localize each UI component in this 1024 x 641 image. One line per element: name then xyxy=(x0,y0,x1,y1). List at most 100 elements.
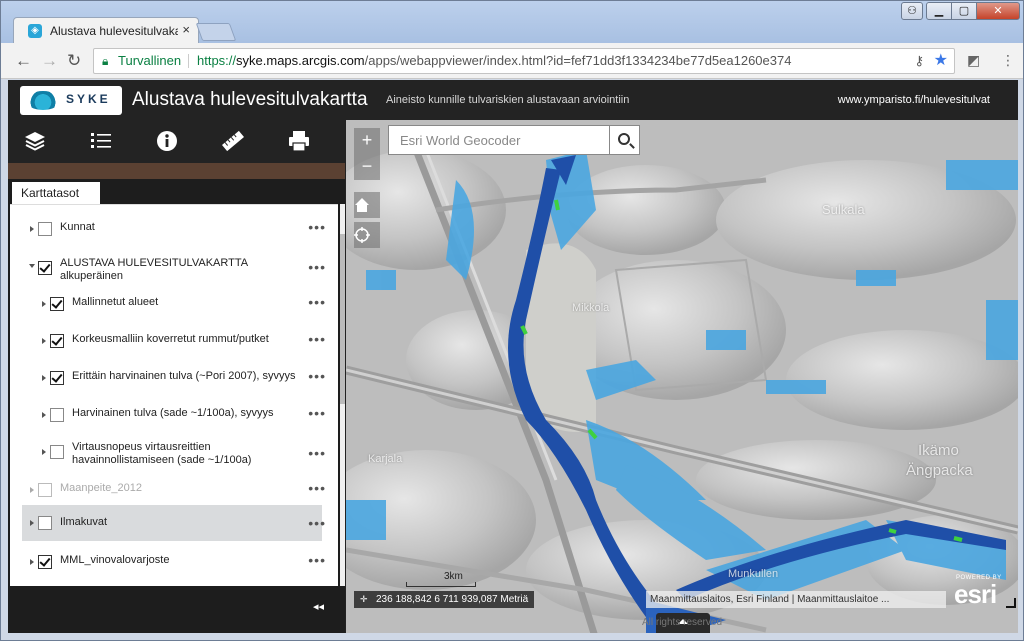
esri-wordmark: esri xyxy=(954,579,997,609)
header-link[interactable]: www.ymparisto.fi/hulevesitulvat xyxy=(838,94,990,106)
extension-icon[interactable]: ◩ xyxy=(967,52,980,69)
collapse-panel-button[interactable]: ◂◂ xyxy=(313,600,324,613)
layer-label: Korkeusmalliin koverretut rummut/putket xyxy=(72,333,269,345)
layer-checkbox[interactable] xyxy=(38,483,52,497)
layer-row-maanpeite[interactable]: Maanpeite_2012 ••• xyxy=(10,478,330,504)
zoom-in-button[interactable]: + xyxy=(354,128,380,154)
layer-label: ALUSTAVA HULEVESITULVAKARTTA alkuperäine… xyxy=(60,257,248,282)
layer-options-icon[interactable]: ••• xyxy=(308,369,326,383)
layer-options-icon[interactable]: ••• xyxy=(308,406,326,420)
syke-wave-icon xyxy=(26,91,60,110)
collapse-arrow-icon[interactable] xyxy=(29,264,35,268)
layer-label: Virtausnopeus virtausreittien havainnoll… xyxy=(72,441,252,466)
layer-row-vinovalovarjoste[interactable]: MML_vinovalovarjoste ••• xyxy=(10,550,330,576)
maximize-button[interactable]: ▢ xyxy=(951,2,977,20)
esri-logo[interactable]: POWERED BY esri xyxy=(954,575,1006,611)
reload-icon[interactable]: ↻ xyxy=(67,51,81,71)
home-button[interactable] xyxy=(354,192,380,218)
info-icon[interactable] xyxy=(154,130,180,154)
tab-layer-list[interactable]: Karttatasot xyxy=(12,182,100,204)
search-input[interactable] xyxy=(389,126,609,154)
back-arrow-icon[interactable]: ← xyxy=(15,51,32,71)
search-icon xyxy=(618,133,630,145)
layer-checkbox[interactable] xyxy=(50,408,64,422)
side-panel: Karttatasot Kunnat ••• ALUSTAVA HULEVESI… xyxy=(8,120,345,633)
layer-row-ilmakuvat[interactable]: Ilmakuvat ••• xyxy=(22,505,325,541)
url-scheme: https:// xyxy=(197,53,237,68)
layer-row-mallinnetut[interactable]: Mallinnetut alueet ••• xyxy=(10,292,330,318)
locate-crosshair-icon xyxy=(354,227,370,243)
layer-checkbox[interactable] xyxy=(38,516,52,530)
layer-options-icon[interactable]: ••• xyxy=(308,332,326,346)
layer-checkbox[interactable] xyxy=(50,445,64,459)
layer-row-erittain-harvinainen[interactable]: Erittäin harvinainen tulva (~Pori 2007),… xyxy=(10,366,330,392)
layer-checkbox[interactable] xyxy=(38,555,52,569)
layer-options-icon[interactable]: ••• xyxy=(308,295,326,309)
layer-options-icon[interactable]: ••• xyxy=(308,220,326,234)
map-canvas xyxy=(346,120,1018,633)
layer-options-icon[interactable]: ••• xyxy=(308,553,326,567)
layer-checkbox[interactable] xyxy=(38,261,52,275)
scale-label: 3km xyxy=(444,571,463,582)
url-path: /apps/webappviewer/index.html?id=fef71dd… xyxy=(364,53,792,68)
layers-icon[interactable] xyxy=(22,130,48,154)
resize-corner-icon[interactable] xyxy=(1006,598,1016,608)
panel-toolbar xyxy=(8,120,345,163)
panel-strip xyxy=(8,163,345,179)
scrollbar-thumb[interactable] xyxy=(340,234,345,404)
layer-list-scrollbar[interactable] xyxy=(340,204,345,586)
address-bar[interactable]: 🔒︎ Turvallinen https://syke.maps.arcgis.… xyxy=(93,48,955,74)
expand-arrow-icon[interactable] xyxy=(42,338,46,344)
layer-row-kunnat[interactable]: Kunnat ••• xyxy=(10,217,330,243)
browser-tab[interactable]: ◈ Alustava hulevesitulvakar × xyxy=(13,17,199,43)
tab-close-icon[interactable]: × xyxy=(182,22,190,37)
zoom-out-button[interactable]: − xyxy=(354,154,380,180)
layer-options-icon[interactable]: ••• xyxy=(308,260,326,274)
expand-arrow-icon[interactable] xyxy=(42,301,46,307)
coordinate-readout[interactable]: ✛ 236 188,842 6 711 939,087 Metriä xyxy=(354,591,535,608)
expand-arrow-icon[interactable] xyxy=(42,375,46,381)
layer-row-harvinainen[interactable]: Harvinainen tulva (sade ~1/100a), syvyys… xyxy=(10,403,330,429)
user-profile-button[interactable]: ⚇ xyxy=(901,2,923,20)
syke-logo[interactable]: SYKE xyxy=(20,86,122,115)
home-icon xyxy=(355,198,369,212)
layer-row-hulevesitulvakartta[interactable]: ALUSTAVA HULEVESITULVAKARTTA alkuperäine… xyxy=(10,253,330,283)
new-tab-button[interactable] xyxy=(195,23,237,41)
expand-arrow-icon[interactable] xyxy=(30,487,34,493)
locate-button[interactable] xyxy=(354,222,380,248)
search-button[interactable] xyxy=(610,125,640,155)
url-host: syke.maps.arcgis.com xyxy=(236,53,365,68)
layer-checkbox[interactable] xyxy=(50,371,64,385)
legend-list-icon[interactable] xyxy=(88,130,114,154)
expand-arrow-icon[interactable] xyxy=(30,520,34,526)
layer-options-icon[interactable]: ••• xyxy=(308,516,326,530)
close-window-button[interactable]: ✕ xyxy=(976,2,1020,20)
map-label-angpacka: Ängpacka xyxy=(906,462,973,479)
print-icon[interactable] xyxy=(286,130,312,154)
map-label-ikamo: Ikämo xyxy=(918,442,959,459)
minimize-button[interactable]: ▁ xyxy=(926,2,952,20)
key-icon[interactable]: ⚷ xyxy=(914,49,924,73)
layer-row-rummut[interactable]: Korkeusmalliin koverretut rummut/putket … xyxy=(10,329,330,355)
map-view[interactable]: Sulkala Mikkola Karjala Ikämo Ängpacka M… xyxy=(346,120,1018,633)
expand-arrow-icon[interactable] xyxy=(42,412,46,418)
layer-checkbox[interactable] xyxy=(50,334,64,348)
expand-arrow-icon[interactable] xyxy=(30,226,34,232)
measure-ruler-icon[interactable] xyxy=(220,130,246,154)
bookmark-star-icon[interactable]: ★ xyxy=(934,49,948,73)
layer-options-icon[interactable]: ••• xyxy=(308,481,326,495)
layer-row-virtausnopeus[interactable]: Virtausnopeus virtausreittien havainnoll… xyxy=(10,437,330,469)
menu-kebab-icon[interactable]: ⋮ xyxy=(1001,52,1015,69)
layer-label: Mallinnetut alueet xyxy=(72,296,159,308)
expand-arrow-icon[interactable] xyxy=(42,449,46,455)
forward-arrow-icon[interactable]: → xyxy=(41,51,58,71)
layer-options-icon[interactable]: ••• xyxy=(308,446,326,460)
layer-label: Harvinainen tulva (sade ~1/100a), syvyys xyxy=(72,407,274,419)
layer-label: Ilmakuvat xyxy=(60,516,108,528)
layer-checkbox[interactable] xyxy=(38,222,52,236)
layer-checkbox[interactable] xyxy=(50,297,64,311)
url-text[interactable]: https://syke.maps.arcgis.com/apps/webapp… xyxy=(197,49,791,73)
arcgis-favicon-icon: ◈ xyxy=(28,24,42,38)
expand-arrow-icon[interactable] xyxy=(30,559,34,565)
map-attribution[interactable]: Maanmittauslaitos, Esri Finland | Maanmi… xyxy=(646,591,946,608)
